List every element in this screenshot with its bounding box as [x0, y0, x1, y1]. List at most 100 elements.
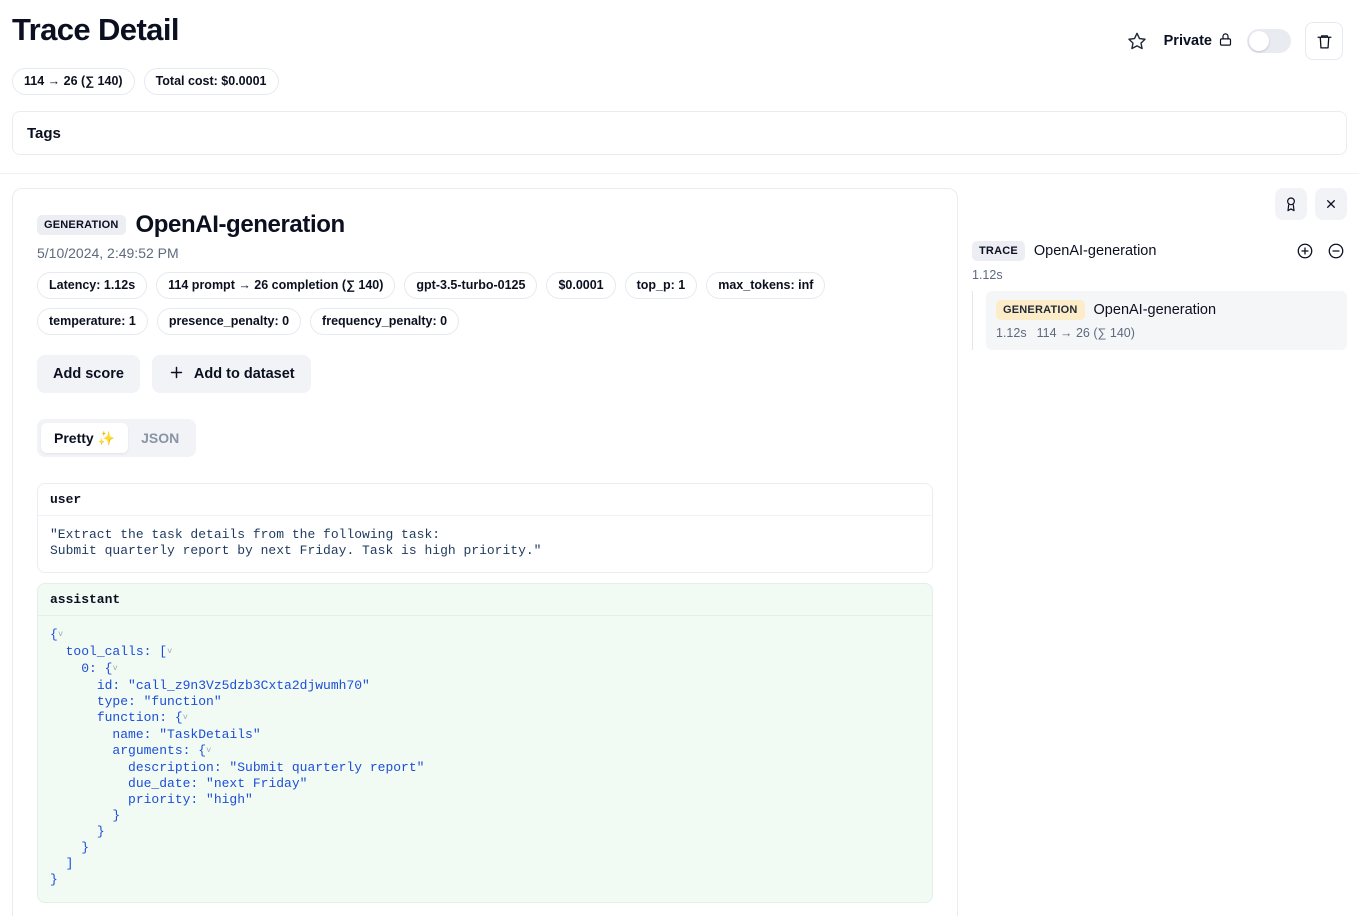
circle-minus-icon[interactable]	[1325, 240, 1347, 262]
delete-trace-button[interactable]	[1305, 22, 1343, 60]
trace-tree-panel: TRACE OpenAI-generation 1.12s GENERATION…	[972, 188, 1347, 350]
json-line: }	[50, 824, 920, 840]
tree-node-generation[interactable]: GENERATION OpenAI-generation 1.12s 114 →…	[986, 291, 1347, 350]
io-view-tabs: Pretty ✨ JSON	[37, 419, 197, 457]
input-message-content: "Extract the task details from the follo…	[50, 527, 542, 558]
private-label-text: Private	[1163, 33, 1212, 49]
star-icon[interactable]	[1124, 28, 1150, 54]
trace-summary-pills: 114 → 26 (∑ 140) Total cost: $0.0001	[0, 60, 1359, 95]
json-line: type: "function"	[50, 694, 920, 710]
json-line: due_date: "next Friday"	[50, 776, 920, 792]
tree-node-name: OpenAI-generation	[1093, 302, 1217, 318]
plus-icon	[168, 364, 185, 385]
json-line-text: }	[112, 808, 121, 823]
json-line: arguments: {˅	[50, 743, 920, 760]
json-line: tool_calls: [˅	[50, 644, 920, 661]
chevrons-collapse-icon[interactable]	[1315, 188, 1347, 220]
sparkles-icon: ✨	[97, 429, 116, 446]
tab-json-label: JSON	[141, 430, 180, 446]
private-status: Private	[1164, 32, 1233, 51]
json-line-text: tool_calls: [	[65, 644, 168, 659]
observation-name: OpenAI-generation	[135, 211, 346, 238]
usage-pill: 114 → 26 (∑ 140)	[12, 68, 135, 95]
chevron-down-icon[interactable]: ˅	[206, 743, 211, 759]
json-line: }	[50, 840, 920, 856]
chevron-down-icon[interactable]: ˅	[112, 661, 117, 677]
json-line-text: priority: "high"	[128, 792, 253, 807]
chevron-down-icon[interactable]: ˅	[167, 644, 172, 660]
json-line: }	[50, 872, 920, 888]
input-role-label: user	[38, 484, 932, 516]
json-line: ]	[50, 856, 920, 872]
observation-actions: Add score Add to dataset	[37, 355, 933, 393]
tab-pretty[interactable]: Pretty ✨	[41, 423, 129, 453]
observation-card: GENERATION OpenAI-generation 5/10/2024, …	[12, 188, 958, 916]
add-score-button[interactable]: Add score	[37, 355, 140, 393]
page-title: Trace Detail	[12, 12, 179, 47]
trace-tree-children: GENERATION OpenAI-generation 1.12s 114 →…	[972, 291, 1347, 350]
json-line: 0: {˅	[50, 661, 920, 678]
json-line-text: type: "function"	[96, 694, 222, 709]
add-to-dataset-label: Add to dataset	[193, 366, 295, 382]
json-line-text: due_date: "next Friday"	[128, 776, 308, 791]
json-line-text: }	[81, 840, 90, 855]
top-p-pill: top_p: 1	[624, 272, 698, 299]
json-line-text: ]	[65, 856, 74, 871]
output-message-box: assistant {˅ tool_calls: [˅ 0: {˅ id: "c…	[37, 583, 933, 903]
header-actions: Private	[1124, 10, 1343, 60]
award-ribbon-icon[interactable]	[1275, 188, 1307, 220]
model-pill: gpt-3.5-turbo-0125	[404, 272, 538, 299]
json-line: priority: "high"	[50, 792, 920, 808]
trace-tree-root[interactable]: TRACE OpenAI-generation	[972, 240, 1347, 262]
json-line-text: 0: {	[81, 661, 113, 676]
output-role-label: assistant	[38, 584, 932, 616]
input-message-box: user "Extract the task details from the …	[37, 483, 933, 573]
trace-root-duration: 1.12s	[972, 268, 1003, 282]
json-line-text: function: {	[96, 710, 183, 725]
presence-penalty-pill: presence_penalty: 0	[156, 308, 302, 335]
observation-metadata-pills: Latency: 1.12s 114 prompt → 26 completio…	[37, 272, 933, 335]
circle-plus-icon[interactable]	[1294, 240, 1316, 262]
temperature-pill: temperature: 1	[37, 308, 148, 335]
tree-node-type-badge: GENERATION	[996, 300, 1085, 320]
chevron-down-icon[interactable]: ˅	[183, 710, 188, 726]
json-line-text: }	[96, 824, 105, 839]
cost-pill: $0.0001	[546, 272, 616, 299]
lock-icon	[1218, 32, 1233, 51]
toggle-knob	[1249, 31, 1269, 51]
tree-toolbar	[972, 188, 1347, 220]
observation-type-badge: GENERATION	[37, 215, 126, 235]
tags-panel[interactable]: Tags	[12, 111, 1347, 155]
json-line: id: "call_z9n3Vz5dzb3Cxta2djwumh70"	[50, 678, 920, 694]
latency-pill: Latency: 1.12s	[37, 272, 148, 299]
add-score-label: Add score	[53, 366, 124, 382]
trace-type-badge: TRACE	[972, 241, 1025, 261]
tree-node-duration: 1.12s	[996, 326, 1027, 340]
observation-title-row: GENERATION OpenAI-generation	[37, 211, 933, 239]
total-cost-pill: Total cost: $0.0001	[143, 68, 279, 95]
chevron-down-icon[interactable]: ˅	[58, 627, 63, 643]
frequency-penalty-pill: frequency_penalty: 0	[310, 308, 460, 335]
trace-root-name: OpenAI-generation	[1033, 243, 1157, 259]
json-line: description: "Submit quarterly report"	[50, 760, 920, 776]
json-line-text: {	[50, 627, 58, 642]
observation-timestamp: 5/10/2024, 2:49:52 PM	[37, 245, 179, 261]
json-line-text: id: "call_z9n3Vz5dzb3Cxta2djwumh70"	[96, 678, 370, 693]
max-tokens-pill: max_tokens: inf	[706, 272, 826, 299]
json-line-text: name: "TaskDetails"	[112, 727, 261, 742]
json-line-text: description: "Submit quarterly report"	[128, 760, 425, 775]
json-line: name: "TaskDetails"	[50, 727, 920, 743]
json-line-text: }	[50, 872, 58, 887]
trace-body: GENERATION OpenAI-generation 5/10/2024, …	[0, 174, 1359, 916]
tags-label: Tags	[27, 124, 61, 142]
tokens-pill: 114 prompt → 26 completion (∑ 140)	[156, 272, 396, 299]
json-line: function: {˅	[50, 710, 920, 727]
public-private-toggle[interactable]	[1247, 29, 1291, 53]
tab-json[interactable]: JSON	[128, 423, 192, 453]
io-area: user "Extract the task details from the …	[37, 483, 933, 903]
json-line: {˅	[50, 627, 920, 644]
add-to-dataset-button[interactable]: Add to dataset	[151, 355, 311, 393]
output-json-tree[interactable]: {˅ tool_calls: [˅ 0: {˅ id: "call_z9n3Vz…	[38, 616, 932, 902]
json-line: }	[50, 808, 920, 824]
page-header: Trace Detail Private	[0, 0, 1359, 60]
